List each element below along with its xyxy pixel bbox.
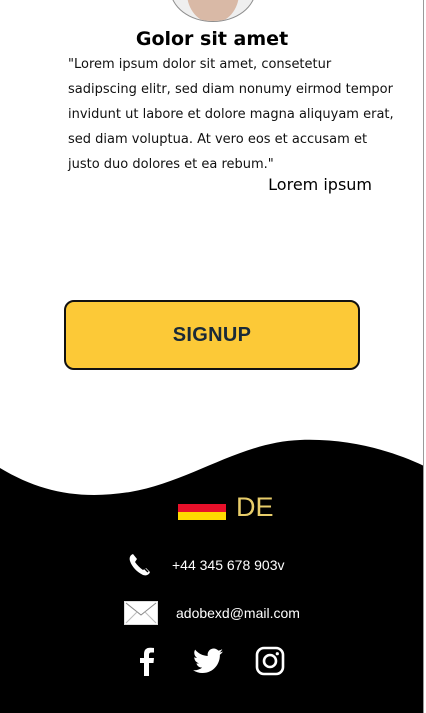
twitter-icon[interactable] (192, 645, 224, 677)
phone-number: +44 345 678 903v (172, 557, 285, 573)
social-links (130, 645, 286, 677)
language-selector[interactable]: DE (178, 492, 274, 523)
phone-contact[interactable]: +44 345 678 903v (126, 551, 285, 579)
email-contact[interactable]: adobexd@mail.com (124, 601, 300, 625)
germany-flag-icon (178, 495, 226, 520)
avatar (170, 0, 256, 22)
language-code: DE (236, 492, 274, 522)
testimonial-name: Golor sit amet (135, 28, 289, 50)
instagram-icon[interactable] (254, 645, 286, 677)
email-address: adobexd@mail.com (176, 605, 300, 621)
signup-button[interactable]: SIGNUP (64, 300, 360, 370)
testimonial-author: Lorem ipsum (268, 175, 372, 194)
mobile-frame: Golor sit amet "Lorem ipsum dolor sit am… (0, 0, 424, 713)
testimonial-quote: "Lorem ipsum dolor sit amet, consetetur … (68, 57, 394, 172)
facebook-icon[interactable] (130, 645, 162, 677)
mail-icon (124, 601, 158, 625)
phone-icon (129, 554, 150, 576)
